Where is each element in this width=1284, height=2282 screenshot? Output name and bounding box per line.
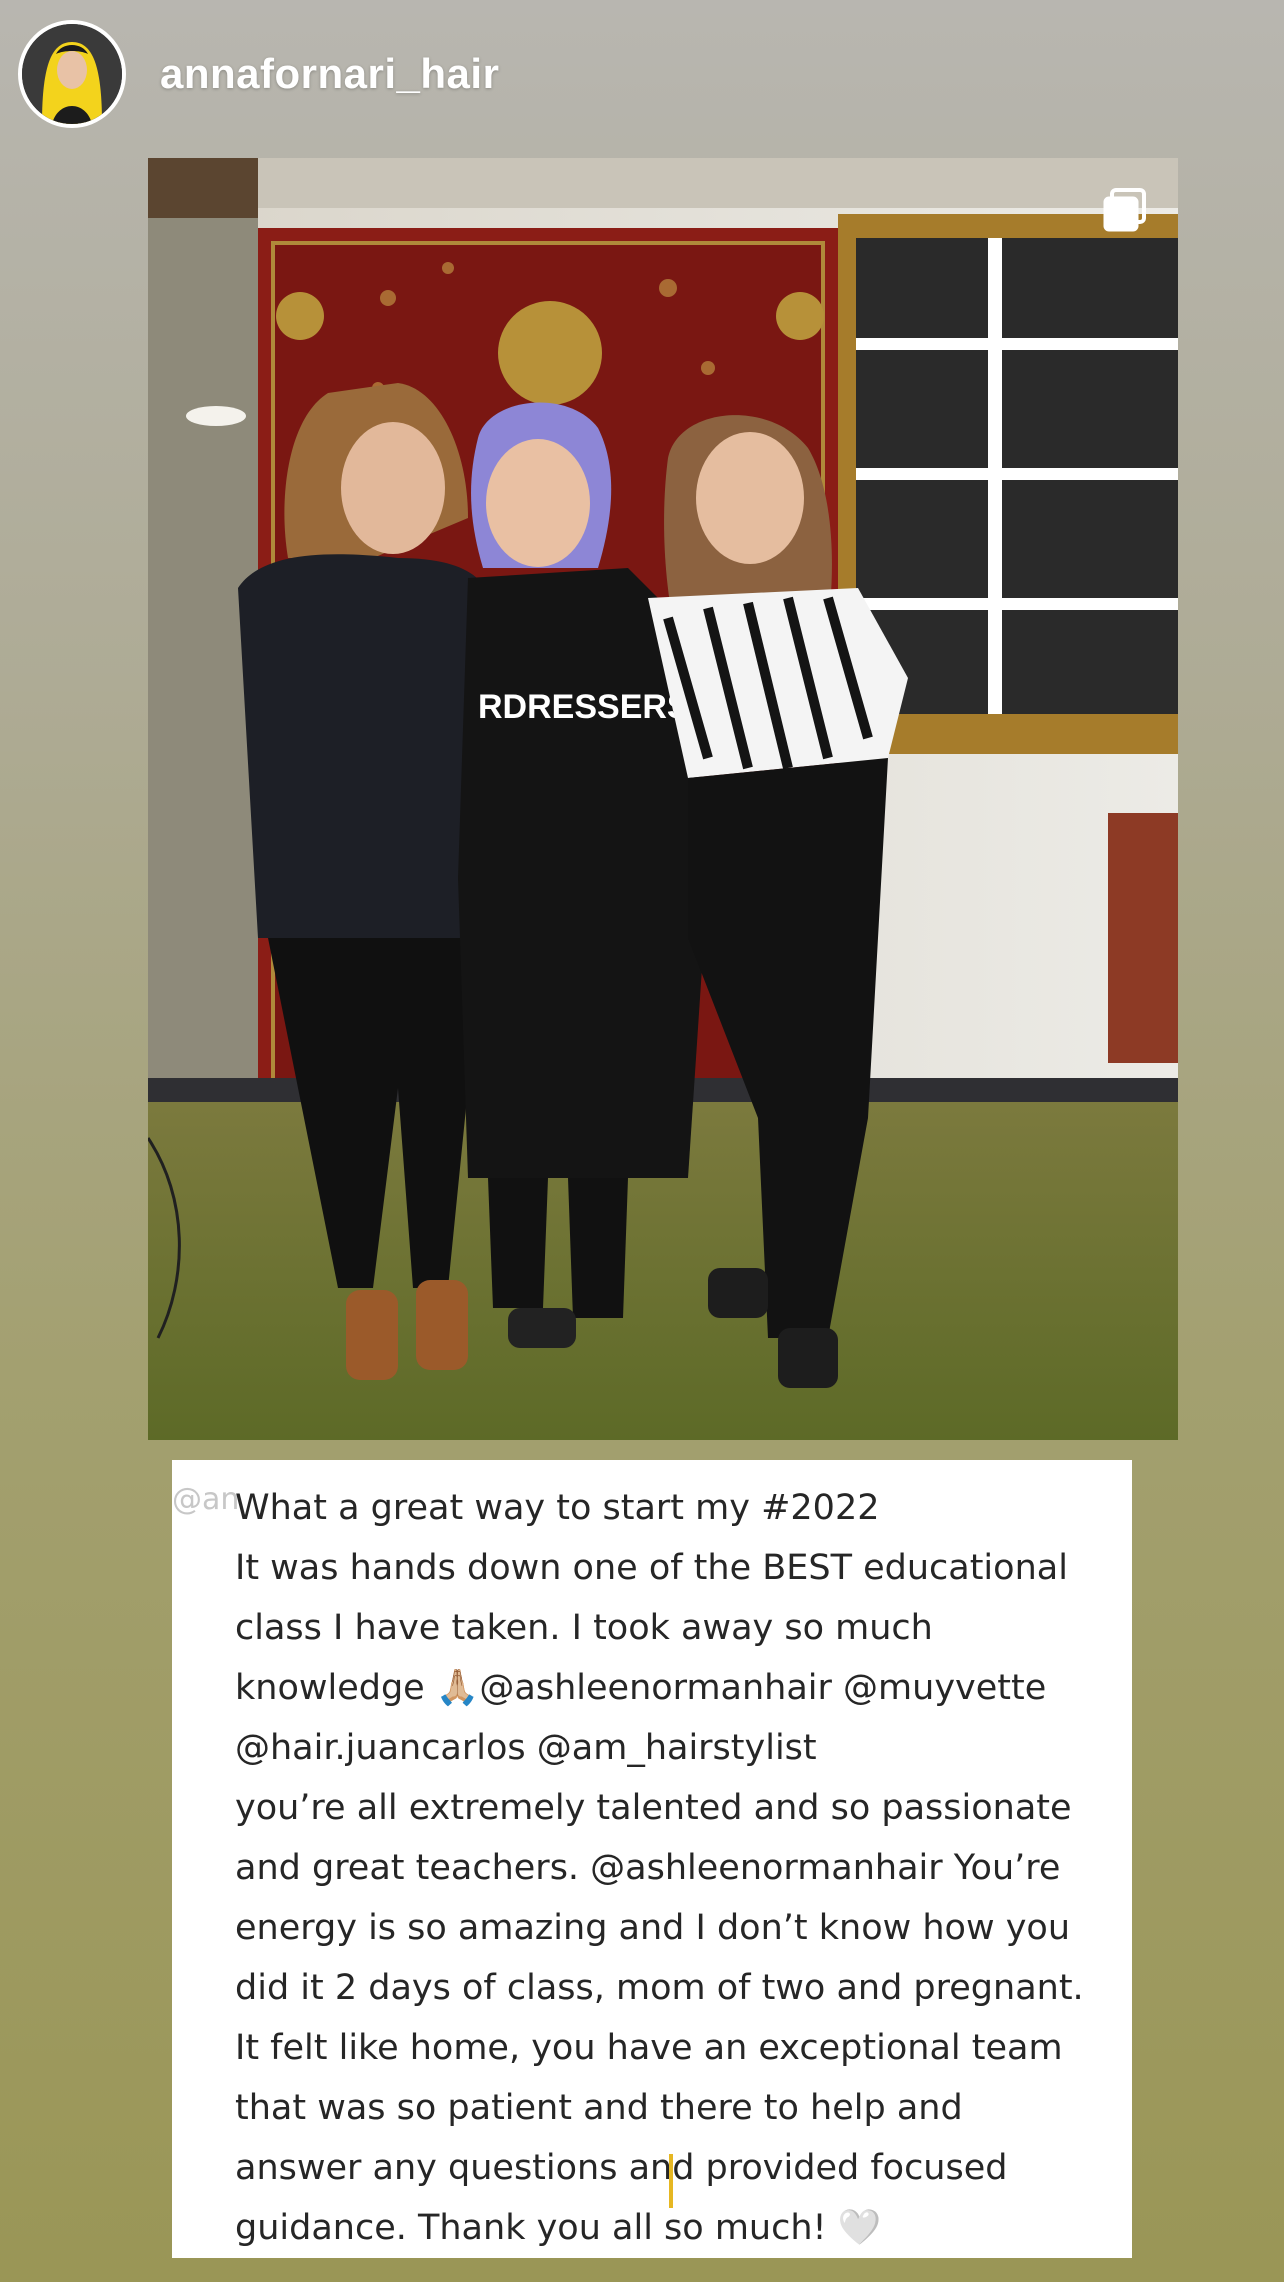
story-header: annafornari_hair [18,18,499,130]
caption-line: knowledge 🙏🏼@ashleenormanhair @muyvette [235,1668,1047,1708]
avatar-image [22,24,122,124]
caption-line: It felt like home, you have an exception… [235,2028,1063,2068]
caption-line: did it 2 days of class, mom of two and p… [235,1968,1084,2008]
caption-line: class I have taken. I took away so much [235,1608,933,1648]
post-photo[interactable]: RDRESSERS CK [148,158,1178,1440]
caption-line: energy is so amazing and I don’t know ho… [235,1908,1071,1948]
caption-line: @hair.juancarlos @am_hairstylist [235,1728,817,1768]
caption-line: and great teachers. @ashleenormanhair Yo… [235,1848,1061,1888]
caption-text: What a great way to start my #2022 It wa… [235,1478,1102,2258]
salon-photo-illustration: RDRESSERS CK [148,158,1178,1440]
caption-card: @an What a great way to start my #2022 I… [172,1460,1132,2258]
caption-line: that was so patient and there to help an… [235,2088,963,2128]
text-cursor [669,2154,673,2208]
caption-line: What a great way to start my #2022 [235,1488,880,1528]
profile-avatar[interactable] [18,20,126,128]
username[interactable]: annafornari_hair [160,50,499,98]
overlapping-mention-tag: @an [172,1482,240,1517]
caption-line: It was hands down one of the BEST educat… [235,1548,1068,1588]
caption-line: you’re all extremely talented and so pas… [235,1788,1072,1828]
multiple-photos-icon [1103,188,1146,232]
